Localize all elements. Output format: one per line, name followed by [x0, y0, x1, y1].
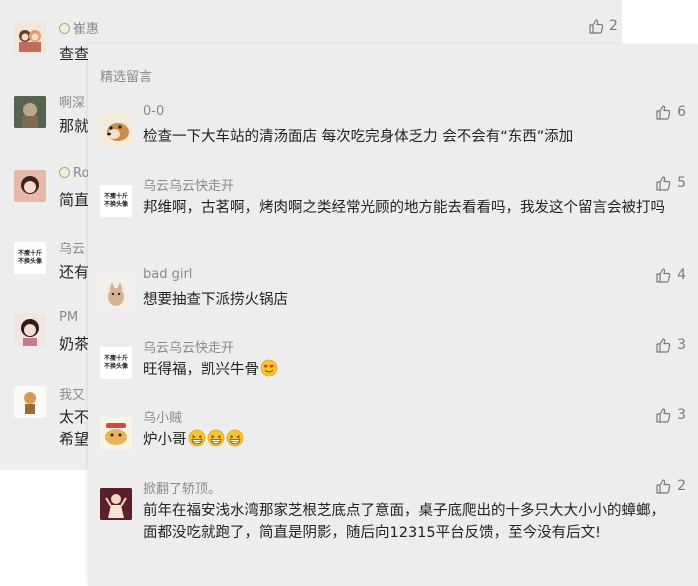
comment-text: 那就 — [59, 117, 90, 135]
thumbs-up-icon — [656, 268, 671, 283]
comment-text: 旺得福，凯兴牛骨 — [143, 359, 678, 381]
like-button[interactable]: 2 — [588, 18, 618, 34]
text-avatar[interactable]: 不瘦十斤 不换头像 — [100, 347, 132, 379]
like-button[interactable]: 4 — [655, 267, 686, 283]
heart-eyes-emoji-icon — [260, 359, 278, 377]
commenter-name[interactable]: 掀翻了轿顶。 — [143, 478, 221, 497]
thumbs-up-icon — [589, 19, 604, 34]
grin-emoji-icon — [207, 429, 224, 447]
commenter-name[interactable]: 我又 — [59, 384, 85, 403]
like-count: 3 — [677, 407, 686, 423]
commenter-name[interactable]: 乌小贼 — [143, 407, 182, 426]
thumbs-up-icon — [656, 408, 671, 423]
comment-text: 邦维啊，古茗啊，烤肉啊之类经常光顾的地方能去看看吗，我发这个留言会被打吗 — [143, 200, 665, 216]
commenter-name[interactable]: PM — [59, 310, 78, 325]
comment-text: 查查 — [59, 45, 90, 63]
like-count: 2 — [609, 18, 618, 34]
comment-item: 不瘦十斤 不换头像 乌云乌云快走开 旺得福，凯兴牛骨 3 — [88, 337, 698, 387]
comment-text: 简直 — [59, 191, 90, 209]
comment-text: 奶茶 — [59, 335, 90, 353]
commenter-name[interactable]: 啊深 — [59, 92, 85, 111]
comment-item: 0-0 检查一下大车站的清汤面店 每次吃完身体乏力 会不会有“东西”添加 6 — [88, 104, 698, 154]
text-avatar[interactable]: 不瘦十斤 不换头像 — [100, 185, 132, 217]
thumbs-up-icon — [656, 479, 671, 494]
avatar[interactable] — [14, 22, 46, 54]
like-count: 5 — [677, 175, 686, 191]
grin-emoji-icon — [226, 429, 243, 447]
like-count: 2 — [677, 478, 686, 494]
like-count: 6 — [677, 104, 686, 120]
commenter-name[interactable]: Ro — [73, 166, 89, 181]
avatar[interactable] — [14, 314, 46, 346]
commenter-name[interactable]: 乌云 — [59, 238, 85, 257]
comment-item: 不瘦十斤 不换头像 乌云乌云快走开 邦维啊，古茗啊，烤肉啊之类经常光顾的地方能去看… — [88, 175, 698, 241]
medal-icon — [59, 23, 70, 34]
comment-text: 还有 — [59, 263, 90, 281]
commenter-name[interactable]: 0-0 — [143, 104, 164, 119]
featured-comments-panel: 精选留言 0-0 检查一下大车站的清汤面店 每次吃完身体乏力 会不会有“东西”添… — [88, 44, 698, 586]
medal-icon — [59, 167, 70, 178]
avatar-text: 不瘦十斤 不换头像 — [103, 355, 128, 370]
comment-item: 掀翻了轿顶。 前年在福安浅水湾那家芝根芝底点了意面，桌子底爬出的十多只大大小小的… — [88, 478, 698, 568]
like-count: 3 — [677, 337, 686, 353]
cat-avatar[interactable] — [100, 277, 132, 309]
like-count: 4 — [677, 267, 686, 283]
avatar[interactable] — [14, 170, 46, 202]
comment-text-body: 炉小哥 — [143, 432, 187, 448]
cartoon-avatar[interactable] — [100, 417, 132, 449]
like-button[interactable]: 3 — [655, 337, 686, 353]
comment-text: 前年在福安浅水湾那家芝根芝底点了意面，桌子底爬出的十多只大大小小的蟑螂，面都没吃… — [143, 503, 665, 541]
comment-text: 炉小哥 — [143, 429, 678, 451]
comment-text: 想要抽查下派捞火锅店 — [143, 292, 288, 308]
avatar[interactable] — [14, 386, 46, 418]
avatar-text: 不瘦十斤 不换头像 — [103, 193, 128, 208]
commenter-name[interactable]: 崔惠 — [73, 22, 99, 37]
thumbs-up-icon — [656, 105, 671, 120]
like-button[interactable]: 5 — [655, 175, 686, 191]
avatar[interactable] — [14, 96, 46, 128]
like-button[interactable]: 2 — [655, 478, 686, 494]
avatar-text: 不瘦十斤 不换头像 — [17, 250, 42, 265]
comment-item: 乌小贼 炉小哥 3 — [88, 407, 698, 457]
thumbs-up-icon — [656, 176, 671, 191]
thumbs-up-icon — [656, 338, 671, 353]
section-title: 精选留言 — [100, 70, 153, 85]
figure-avatar[interactable] — [100, 488, 132, 520]
comment-text-body: 旺得福，凯兴牛骨 — [143, 362, 259, 378]
avatar[interactable]: 不瘦十斤 不换头像 — [14, 242, 46, 274]
comment-text: 检查一下大车站的清汤面店 每次吃完身体乏力 会不会有“东西”添加 — [143, 129, 574, 145]
like-button[interactable]: 3 — [655, 407, 686, 423]
commenter-name[interactable]: 乌云乌云快走开 — [143, 175, 234, 194]
dog-avatar[interactable] — [100, 114, 132, 146]
commenter-name[interactable]: bad girl — [143, 267, 192, 282]
comment-text: 太不 — [59, 408, 90, 426]
grin-emoji-icon — [188, 429, 205, 447]
comment-text: 希望 — [59, 430, 90, 448]
commenter-name[interactable]: 乌云乌云快走开 — [143, 337, 234, 356]
comment-item: bad girl 想要抽查下派捞火锅店 4 — [88, 267, 698, 317]
like-button[interactable]: 6 — [655, 104, 686, 120]
